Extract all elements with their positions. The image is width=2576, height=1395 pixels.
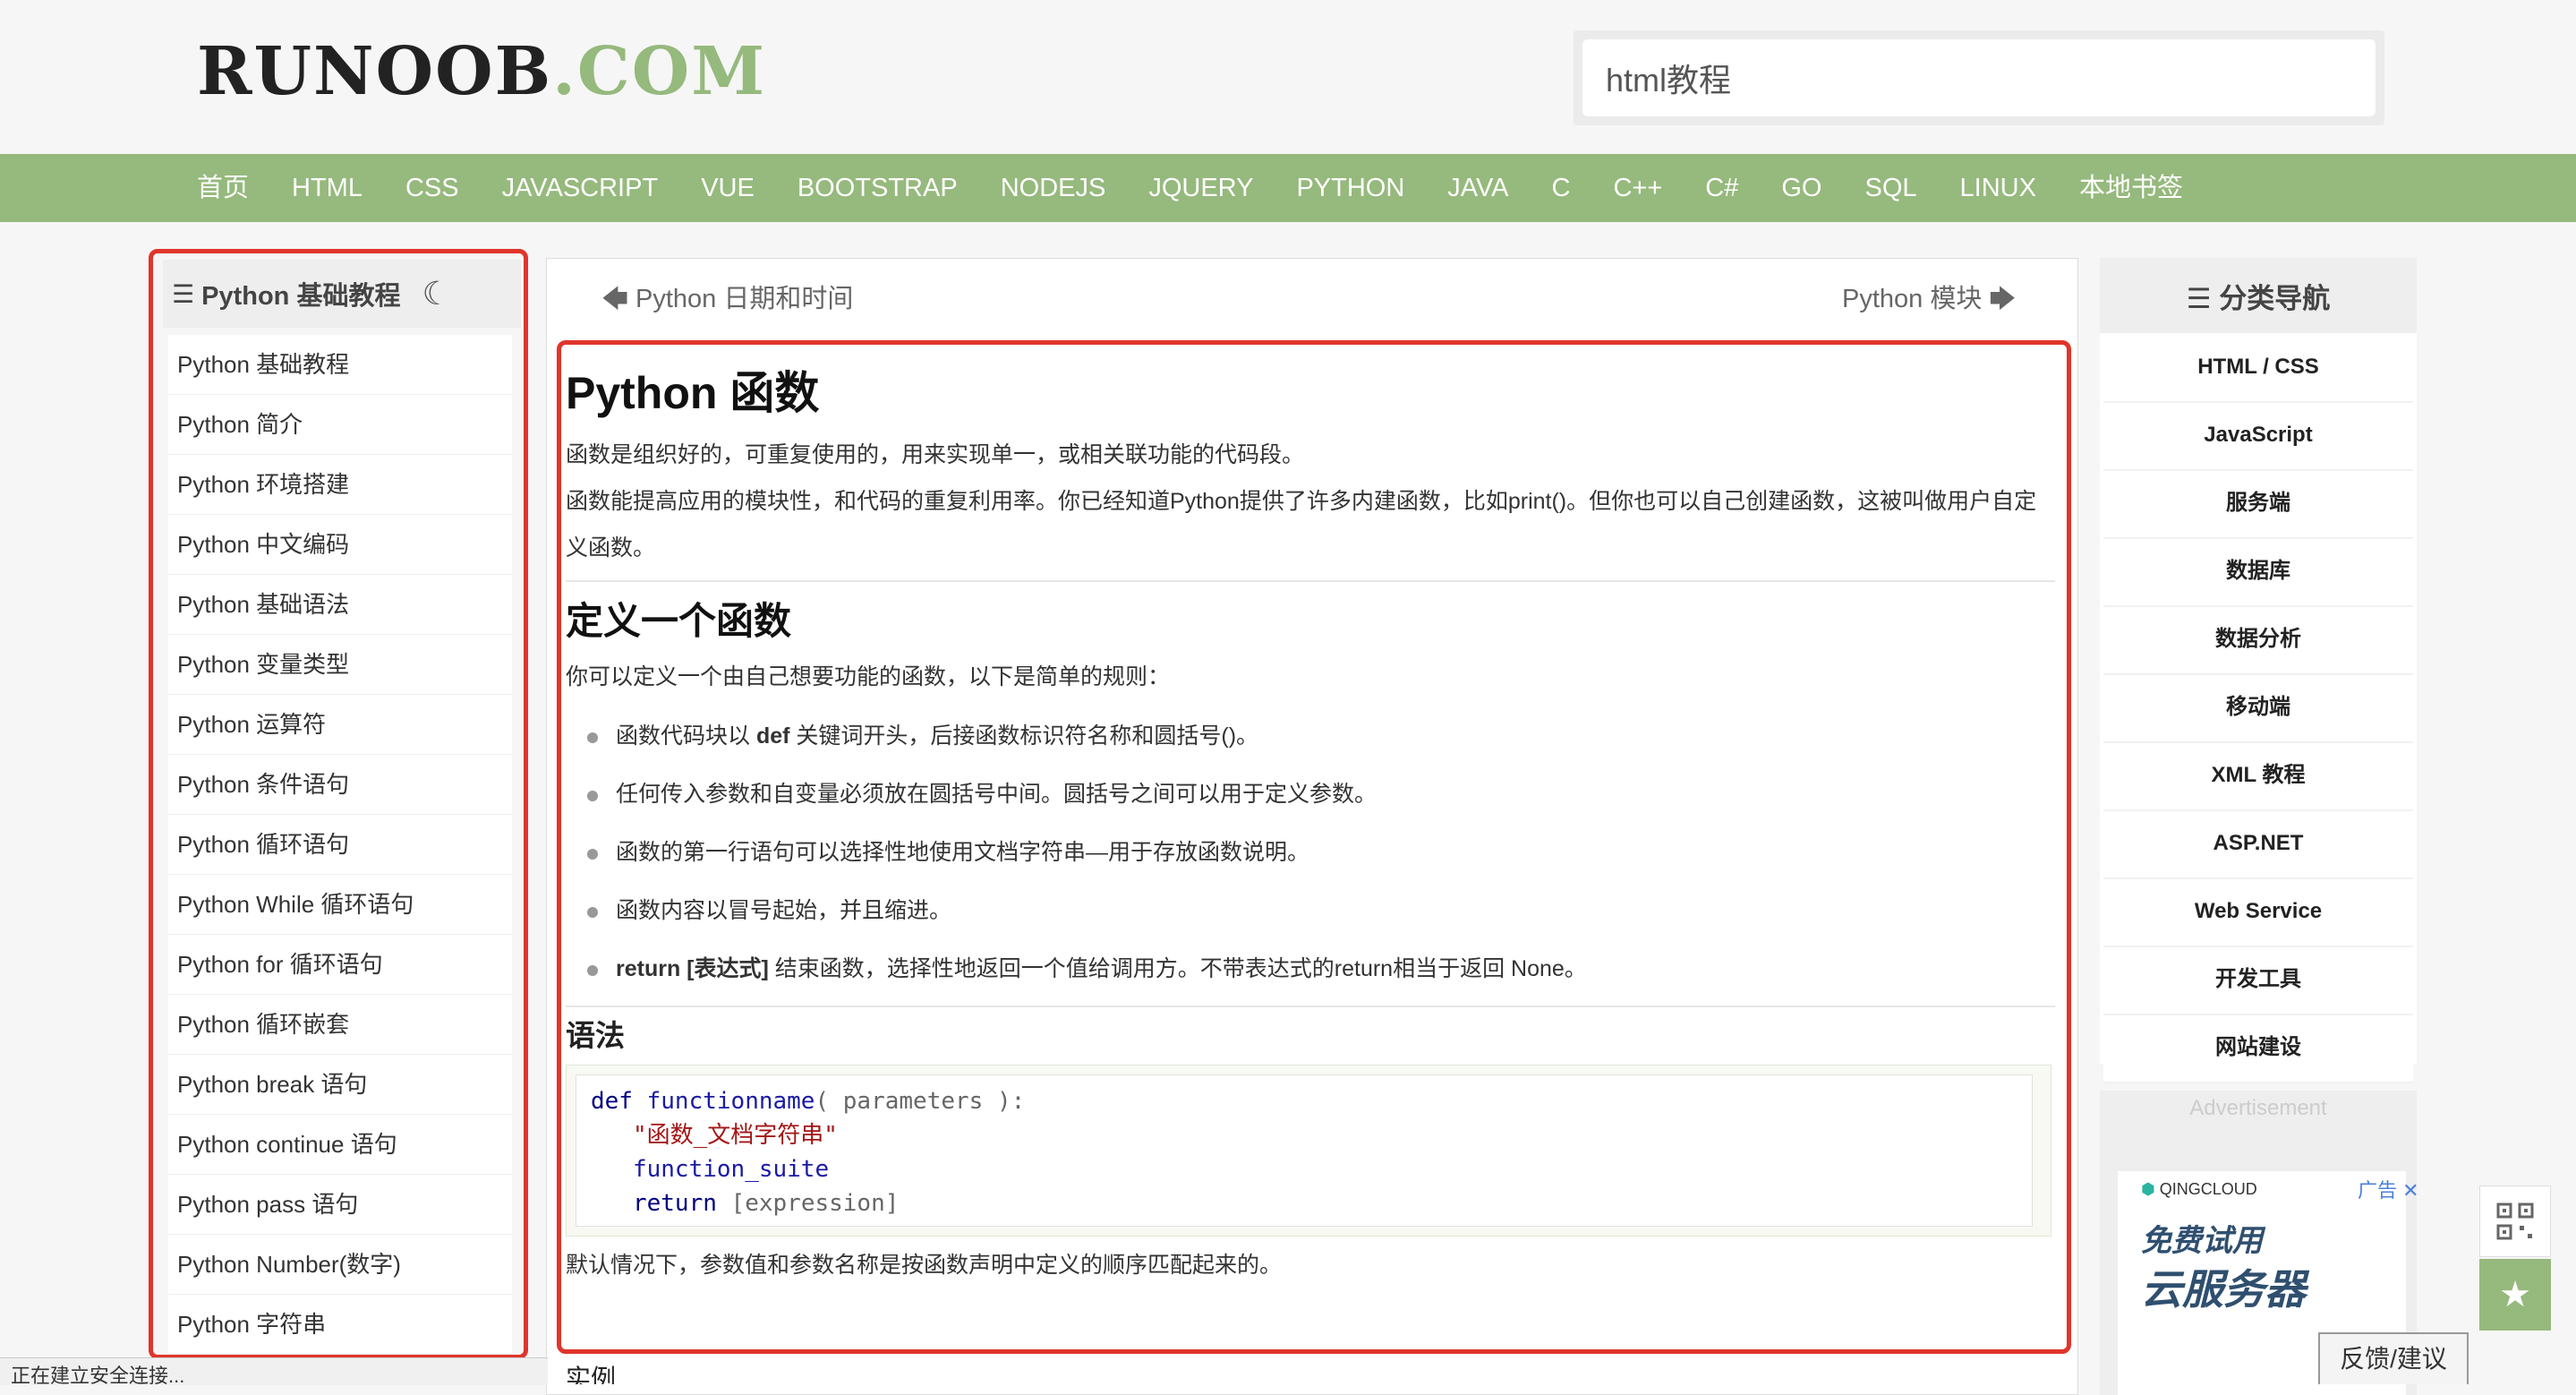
category-list: HTML / CSS JavaScript 服务端 数据库 数据分析 移动端 XML 教程 A… xyxy=(2103,335,2413,1083)
content-highlight-box xyxy=(557,340,2071,1354)
category-title: 分类导航 xyxy=(2219,282,2331,314)
nav-item[interactable]: C++ xyxy=(1613,154,1662,222)
next-link[interactable]: Python 模块 🡆 xyxy=(1842,278,2016,324)
category-item[interactable]: 数据库 xyxy=(2103,539,2413,607)
arrow-right-icon: 🡆 xyxy=(1982,285,2017,313)
prev-link[interactable]: 🡄 Python 日期和时间 xyxy=(601,278,853,324)
nav-item[interactable]: HTML xyxy=(292,154,363,222)
nav-item[interactable]: BOOTSTRAP xyxy=(798,154,958,222)
category-item[interactable]: JavaScript xyxy=(2103,403,2413,471)
nav-item[interactable]: JAVASCRIPT xyxy=(502,154,659,222)
nav-item[interactable]: VUE xyxy=(701,154,755,222)
category-item[interactable]: ASP.NET xyxy=(2103,811,2413,879)
sidebar-highlight-box xyxy=(149,249,528,1359)
qr-code-icon xyxy=(2496,1202,2534,1240)
category-item[interactable]: 网站建设 xyxy=(2103,1015,2413,1083)
category-item[interactable]: HTML / CSS xyxy=(2103,335,2413,403)
category-item[interactable]: 移动端 xyxy=(2103,675,2413,743)
prev-link-label: Python 日期和时间 xyxy=(635,285,854,313)
next-link-label: Python 模块 xyxy=(1842,285,1983,313)
ad-label: Advertisement xyxy=(2189,1096,2327,1120)
category-header: ☰ 分类导航 xyxy=(2100,258,2417,333)
status-bar: 正在建立安全连接... xyxy=(0,1357,548,1385)
feedback-button[interactable]: 反馈/建议 xyxy=(2318,1332,2469,1384)
ad-brand-label: QINGCLOUD xyxy=(2159,1180,2257,1198)
qr-code-button[interactable] xyxy=(2479,1185,2551,1257)
category-item[interactable]: 开发工具 xyxy=(2103,947,2413,1015)
qingcloud-logo-icon: ⬢ xyxy=(2141,1180,2160,1198)
list-icon: ☰ xyxy=(2186,282,2220,314)
star-bookmark-button[interactable]: ★ xyxy=(2479,1259,2551,1331)
ad-brand: ⬢ QINGCLOUD xyxy=(2141,1180,2257,1199)
nav-item[interactable]: NODEJS xyxy=(1001,154,1106,222)
arrow-left-icon: 🡄 xyxy=(601,285,636,313)
nav-item[interactable]: 本地书签 xyxy=(2079,154,2183,222)
logo-accent: .COM xyxy=(552,33,767,110)
ad-tag-label: 广告 xyxy=(2358,1179,2398,1202)
nav-item[interactable]: PYTHON xyxy=(1296,154,1404,222)
logo-main: RUNOOB xyxy=(197,33,553,110)
category-item[interactable]: XML 教程 xyxy=(2103,743,2413,811)
nav-item[interactable]: JQUERY xyxy=(1148,154,1253,222)
search-input[interactable] xyxy=(1582,39,2376,116)
ad-headline-2: 云服务器 xyxy=(2141,1266,2306,1313)
ad-headline-1: 免费试用 xyxy=(2141,1224,2263,1258)
nav-item[interactable]: C xyxy=(1552,154,1571,222)
nav-item[interactable]: C# xyxy=(1705,154,1738,222)
main-nav: 首页 HTML CSS JAVASCRIPT VUE BOOTSTRAP NODEJS JQU… xyxy=(197,154,2226,222)
star-icon: ★ xyxy=(2499,1275,2531,1314)
nav-item[interactable]: GO xyxy=(1781,154,1821,222)
nav-item[interactable]: SQL xyxy=(1865,154,1917,222)
category-item[interactable]: 数据分析 xyxy=(2103,607,2413,675)
ad-tag[interactable]: 广告 ✕ xyxy=(2358,1175,2419,1203)
nav-item[interactable]: 首页 xyxy=(197,154,249,222)
nav-item[interactable]: CSS xyxy=(405,154,459,222)
close-icon[interactable]: ✕ xyxy=(2397,1179,2418,1202)
nav-item[interactable]: LINUX xyxy=(1960,154,2036,222)
category-item[interactable]: 服务端 xyxy=(2103,471,2413,539)
category-item[interactable]: Web Service xyxy=(2103,879,2413,947)
site-logo[interactable]: RUNOOB.COM xyxy=(197,36,766,107)
nav-item[interactable]: JAVA xyxy=(1447,154,1508,222)
